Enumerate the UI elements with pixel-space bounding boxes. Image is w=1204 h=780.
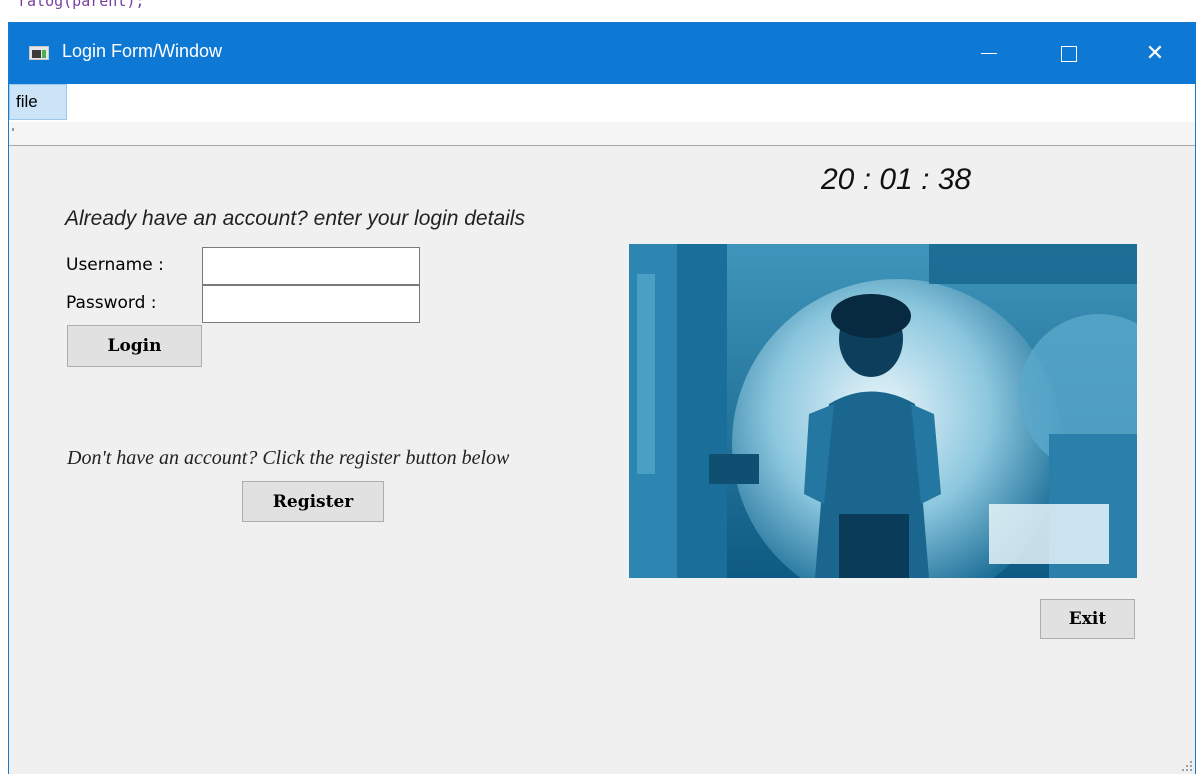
password-label: Password : — [66, 293, 157, 313]
resize-grip-icon[interactable] — [1181, 760, 1193, 772]
username-input[interactable] — [202, 247, 420, 285]
toolbar-grip-icon[interactable] — [12, 128, 14, 131]
password-input[interactable] — [202, 285, 420, 323]
menu-bar: file — [9, 84, 1195, 122]
minimize-button[interactable] — [961, 23, 1017, 84]
menu-file[interactable]: file — [9, 84, 67, 120]
clock-display: 20 : 01 : 38 — [821, 163, 972, 196]
close-button[interactable]: ✕ — [1127, 23, 1183, 84]
maximize-button[interactable] — [1041, 23, 1097, 84]
background-code-text: ralog(parent); — [18, 0, 145, 10]
window-title: Login Form/Window — [62, 41, 223, 61]
profile-photo-graphic — [629, 244, 1137, 578]
login-window: Login Form/Window ✕ file 20 : 01 : 38 Al… — [8, 22, 1196, 774]
register-button[interactable]: Register — [242, 481, 384, 522]
profile-photo — [629, 244, 1137, 578]
close-icon: ✕ — [1145, 40, 1165, 66]
register-heading: Don't have an account? Click the registe… — [67, 447, 510, 469]
title-bar[interactable]: Login Form/Window ✕ — [9, 23, 1195, 84]
toolbar-strip — [9, 122, 1195, 146]
maximize-icon — [1061, 45, 1077, 62]
minimize-icon — [981, 53, 997, 54]
app-window-icon — [29, 46, 49, 60]
login-button[interactable]: Login — [67, 325, 202, 367]
login-heading: Already have an account? enter your logi… — [65, 207, 525, 230]
exit-button[interactable]: Exit — [1040, 599, 1135, 639]
form-content: 20 : 01 : 38 Already have an account? en… — [9, 147, 1195, 774]
username-label: Username : — [66, 255, 164, 275]
